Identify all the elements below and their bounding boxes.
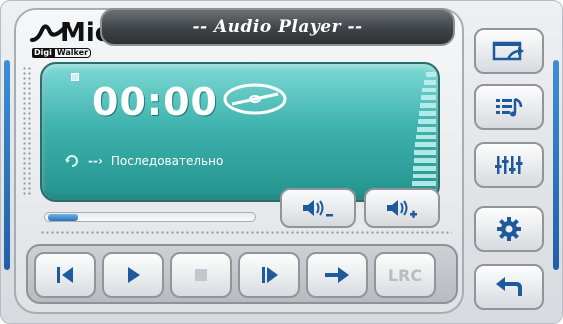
progress-thumb[interactable] xyxy=(48,214,78,221)
volume-up-button[interactable] xyxy=(364,188,440,228)
display-indicator-icon xyxy=(71,73,79,81)
speaker-plus-icon xyxy=(387,200,417,218)
mode-arrow: --› xyxy=(88,154,103,168)
equalizer-button[interactable] xyxy=(474,142,544,188)
logo-subtitle: Digi Walker xyxy=(32,48,92,58)
open-folder-button[interactable] xyxy=(474,28,544,74)
settings-button[interactable] xyxy=(474,206,544,252)
playlist-button[interactable] xyxy=(474,84,544,130)
equalizer-icon xyxy=(495,156,523,174)
back-arrow-icon xyxy=(496,277,522,296)
gear-icon xyxy=(497,217,521,241)
app-title: -- Audio Player -- xyxy=(192,17,363,37)
back-button[interactable] xyxy=(474,264,544,310)
arrow-right-icon xyxy=(325,267,349,283)
stop-button[interactable] xyxy=(170,252,232,298)
next-button[interactable] xyxy=(238,252,300,298)
logo-sub-digi: Digi xyxy=(32,48,54,58)
previous-icon xyxy=(57,267,73,283)
left-dot-grille xyxy=(22,66,32,196)
next-icon xyxy=(262,267,278,283)
repeat-mode-button[interactable] xyxy=(306,252,368,298)
play-mode-label: Последовательно xyxy=(110,154,224,168)
bottom-dot-grille xyxy=(40,230,452,236)
title-bar: -- Audio Player -- xyxy=(100,8,455,46)
lyrics-label: LRC xyxy=(387,265,423,285)
right-accent-strip xyxy=(553,60,559,270)
playlist-icon xyxy=(496,97,523,117)
level-meter xyxy=(412,72,436,194)
stop-icon xyxy=(195,269,207,281)
volume-down-button[interactable] xyxy=(280,188,356,228)
repeat-mode-icon xyxy=(65,155,78,167)
left-accent-strip xyxy=(4,60,10,270)
logo-sub-walker: Walker xyxy=(53,48,92,58)
play-icon xyxy=(128,267,140,283)
speaker-minus-icon xyxy=(303,200,333,217)
lyrics-button[interactable]: LRC xyxy=(374,252,436,298)
play-mode-row[interactable]: --› Последовательно xyxy=(64,154,223,168)
folder-icon xyxy=(492,41,524,61)
play-button[interactable] xyxy=(102,252,164,298)
time-readout: 00:00 xyxy=(92,80,218,124)
disc-icon xyxy=(223,83,287,115)
previous-button[interactable] xyxy=(34,252,96,298)
